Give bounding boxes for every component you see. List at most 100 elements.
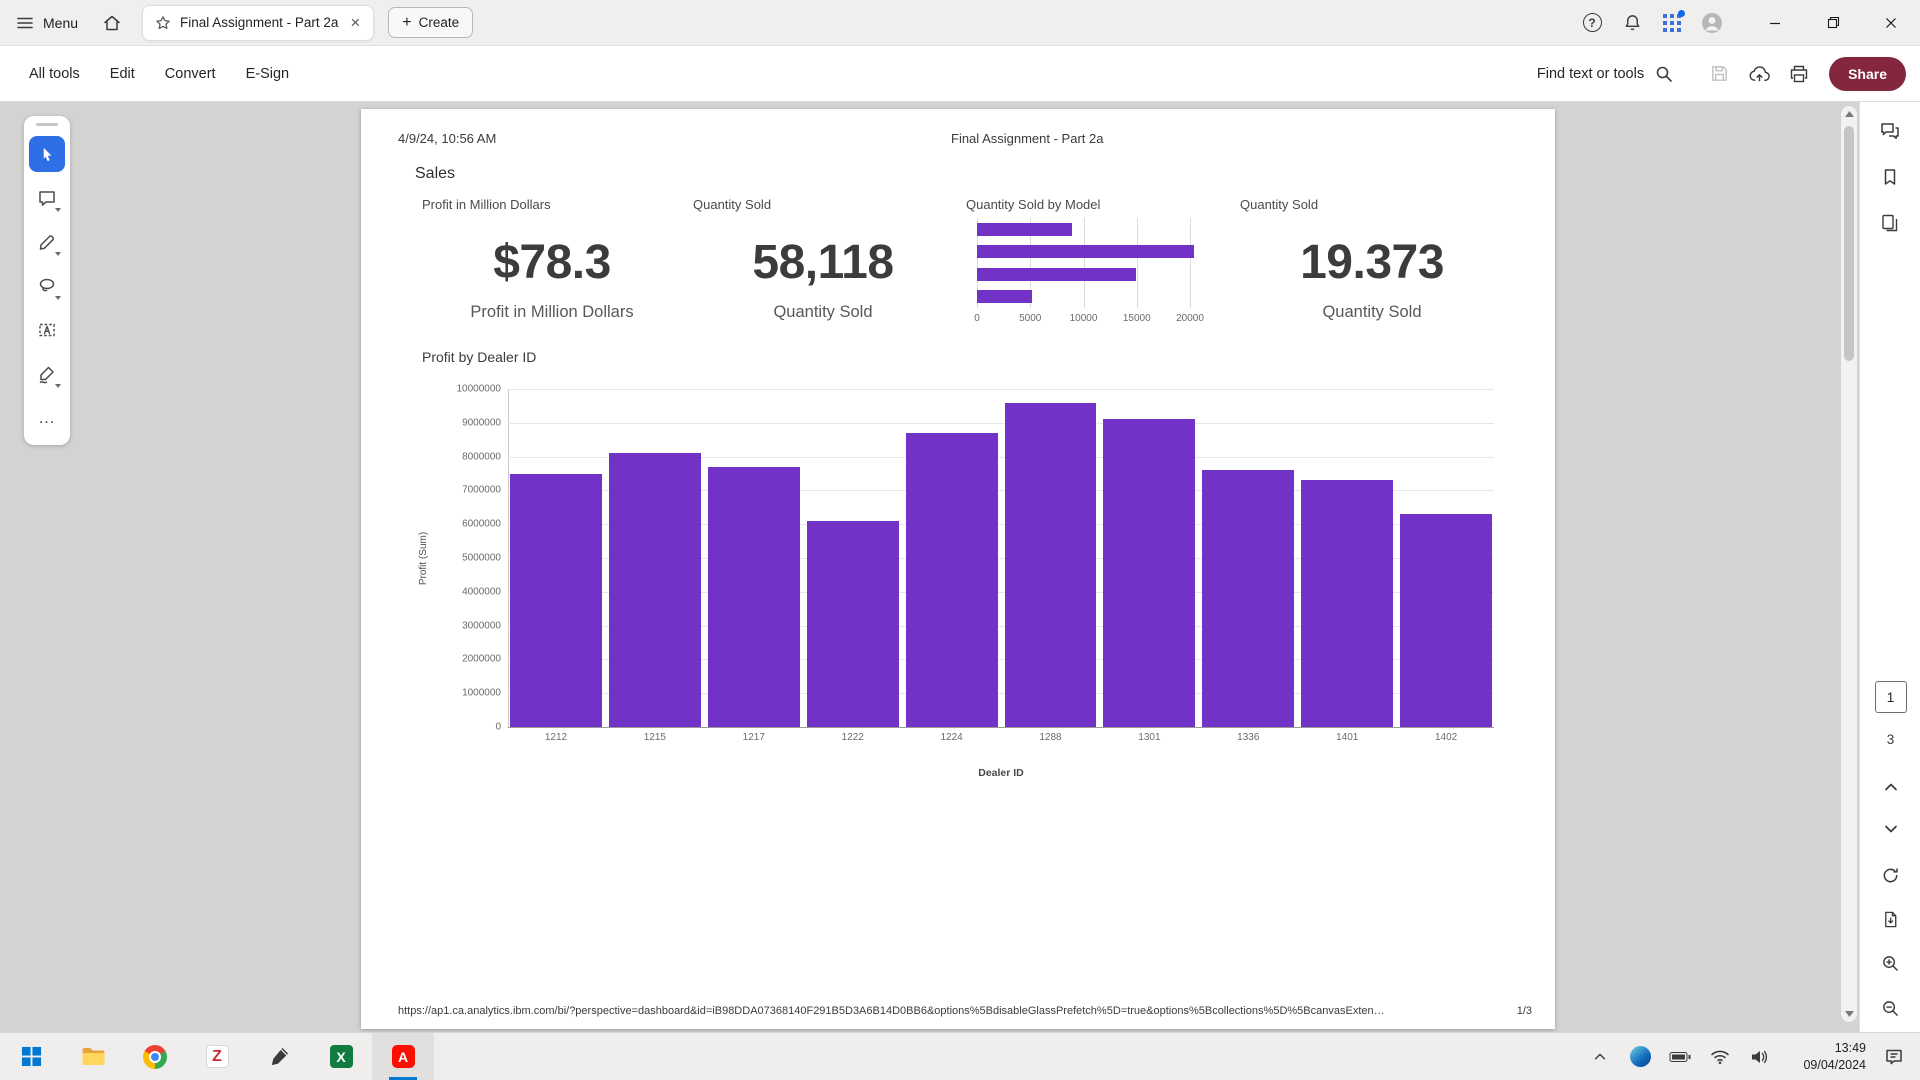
- pdf-footer-page-number: 1/3: [1517, 1005, 1532, 1017]
- scroll-up-button[interactable]: [1841, 106, 1857, 122]
- notification-dot: [1678, 10, 1685, 17]
- dealer-chart-title: Profit by Dealer ID: [422, 349, 536, 365]
- dealer-chart-bar-1401: [1301, 480, 1393, 727]
- document-tab[interactable]: Final Assignment - Part 2a ×: [142, 5, 374, 41]
- dealer-chart-ytick-label: 7000000: [462, 485, 501, 496]
- menu-button[interactable]: Menu: [0, 0, 92, 46]
- notifications-button[interactable]: [1612, 3, 1652, 43]
- prev-page-row: [1860, 768, 1920, 806]
- home-button[interactable]: [92, 3, 132, 43]
- refresh-row: [1860, 856, 1920, 894]
- bookmarks-panel-button[interactable]: [1871, 158, 1909, 196]
- windows-logo-icon: [21, 1046, 42, 1067]
- minimize-icon: [1769, 17, 1781, 29]
- highlight-tool-button[interactable]: [29, 224, 65, 260]
- wifi-tray-button[interactable]: [1700, 1033, 1740, 1080]
- previous-page-button[interactable]: [1872, 768, 1910, 806]
- help-button[interactable]: ?: [1572, 3, 1612, 43]
- model-chart-bar: [977, 245, 1194, 258]
- scroll-down-button[interactable]: [1841, 1006, 1857, 1022]
- printer-icon: [1789, 64, 1809, 84]
- pen-app-button[interactable]: [248, 1033, 310, 1080]
- kpi-quantity-sold-avg: Quantity Sold 19.373 Quantity Sold: [1240, 197, 1504, 327]
- kpi-value: 19.373: [1240, 235, 1504, 290]
- acrobat-button[interactable]: A: [372, 1033, 434, 1080]
- all-tools-menu[interactable]: All tools: [14, 46, 95, 102]
- add-text-tool-button[interactable]: [29, 312, 65, 348]
- current-page-input[interactable]: 1: [1875, 681, 1907, 713]
- select-tool-button[interactable]: [29, 136, 65, 172]
- page-export-icon: [1881, 910, 1900, 929]
- excel-button[interactable]: X: [310, 1033, 372, 1080]
- kpi-caption: Profit in Million Dollars: [422, 303, 682, 322]
- dealer-chart-yaxis: 1000000090000008000000700000060000005000…: [439, 389, 501, 727]
- kpi-caption: Quantity Sold: [693, 303, 953, 322]
- esign-menu[interactable]: E-Sign: [231, 46, 305, 102]
- chrome-button[interactable]: [124, 1033, 186, 1080]
- menu-label: Menu: [43, 15, 78, 31]
- page-view-button[interactable]: [1872, 900, 1910, 938]
- taskbar-clock[interactable]: 13:49 09/04/2024: [1780, 1040, 1872, 1074]
- action-center-button[interactable]: [1872, 1033, 1916, 1080]
- bell-icon: [1623, 13, 1642, 32]
- page-view-row: [1860, 900, 1920, 938]
- app-launcher-button[interactable]: [1652, 3, 1692, 43]
- create-button[interactable]: + Create: [388, 7, 473, 38]
- model-chart-tick-label: 15000: [1123, 313, 1151, 324]
- share-button[interactable]: Share: [1829, 57, 1906, 91]
- model-chart-plot: [977, 218, 1222, 308]
- caret-icon: [55, 296, 61, 300]
- dealer-chart-ytick-label: 1000000: [462, 688, 501, 699]
- restore-button[interactable]: [1804, 0, 1862, 46]
- print-button[interactable]: [1779, 54, 1819, 94]
- zoom-in-button[interactable]: [1872, 944, 1910, 982]
- minimize-button[interactable]: [1746, 0, 1804, 46]
- start-button[interactable]: [0, 1033, 62, 1080]
- vertical-scrollbar[interactable]: [1841, 106, 1857, 1022]
- signature-pen-icon: [37, 364, 57, 384]
- help-icon: ?: [1583, 13, 1602, 32]
- scrollbar-thumb[interactable]: [1844, 126, 1854, 361]
- dealer-chart-bars: [508, 389, 1494, 727]
- model-chart-tick-label: 0: [974, 313, 980, 324]
- lasso-tool-button[interactable]: [29, 268, 65, 304]
- kpi-title: Profit in Million Dollars: [422, 197, 682, 212]
- speaker-icon: [1750, 1049, 1770, 1065]
- kpi-value: 58,118: [693, 235, 953, 290]
- dashboard-section-title: Sales: [415, 165, 455, 183]
- find-button[interactable]: Find text or tools: [1537, 65, 1673, 83]
- fill-sign-tool-button[interactable]: [29, 356, 65, 392]
- edge-tray-button[interactable]: [1620, 1033, 1660, 1080]
- account-button[interactable]: [1692, 3, 1732, 43]
- convert-menu[interactable]: Convert: [150, 46, 231, 102]
- dealer-chart-bar-1212: [510, 474, 602, 728]
- battery-tray-button[interactable]: [1660, 1033, 1700, 1080]
- windows-taskbar: Z X A 13:49 09/04/2024: [0, 1032, 1920, 1080]
- upload-cloud-button[interactable]: [1739, 54, 1779, 94]
- next-page-button[interactable]: [1872, 810, 1910, 848]
- comment-tool-button[interactable]: [29, 180, 65, 216]
- volume-tray-button[interactable]: [1740, 1033, 1780, 1080]
- pdf-footer-url: https://ap1.ca.analytics.ibm.com/bi/?per…: [398, 1005, 1385, 1017]
- save-button[interactable]: [1699, 54, 1739, 94]
- comments-panel-button[interactable]: [1871, 112, 1909, 150]
- more-tools-button[interactable]: …: [29, 400, 65, 436]
- zotero-button[interactable]: Z: [186, 1033, 248, 1080]
- page-thumbnails-panel-button[interactable]: [1871, 204, 1909, 242]
- toolbar: All tools Edit Convert E-Sign Find text …: [0, 46, 1920, 102]
- refresh-button[interactable]: [1872, 856, 1910, 894]
- pdf-header-title: Final Assignment - Part 2a: [951, 131, 1103, 146]
- dealer-chart-ytick-label: 6000000: [462, 519, 501, 530]
- dealer-chart-x-axis-title: Dealer ID: [508, 767, 1494, 779]
- palette-drag-handle[interactable]: [36, 123, 58, 126]
- edit-menu[interactable]: Edit: [95, 46, 150, 102]
- cloud-upload-icon: [1748, 64, 1771, 84]
- dealer-chart-xtick-label: 1224: [906, 732, 998, 743]
- zoom-out-button[interactable]: [1872, 989, 1910, 1027]
- tab-close-button[interactable]: ×: [347, 14, 363, 31]
- dealer-chart-bar-1301: [1103, 419, 1195, 727]
- tray-overflow-button[interactable]: [1580, 1033, 1620, 1080]
- file-explorer-button[interactable]: [62, 1033, 124, 1080]
- pages-icon: [1880, 213, 1900, 233]
- close-window-button[interactable]: [1862, 0, 1920, 46]
